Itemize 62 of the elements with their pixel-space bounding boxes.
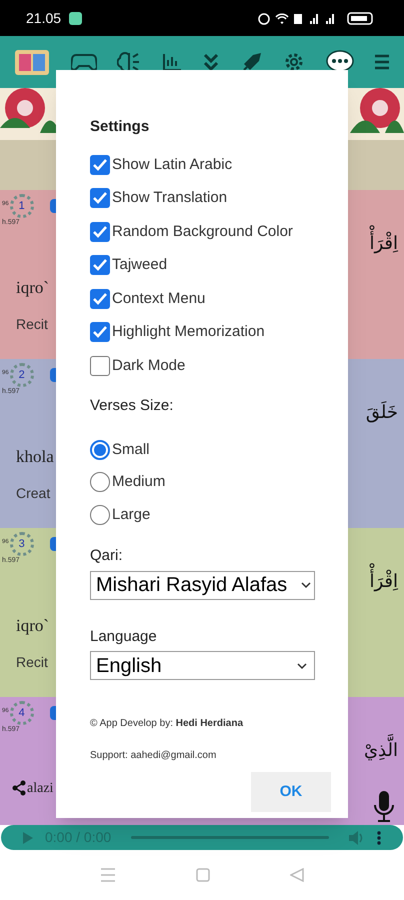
verse-number: 3 xyxy=(10,532,34,556)
bookmark-tab[interactable] xyxy=(50,199,56,213)
radio-label: Large xyxy=(112,504,150,524)
chevron-down-icon xyxy=(297,662,307,670)
credit-text: © App Develop by: Hedi Herdiana xyxy=(90,717,244,731)
section-label: Qari: xyxy=(90,546,124,566)
radio-label: Small xyxy=(112,440,150,460)
share-icon[interactable] xyxy=(12,780,26,796)
latin-text: iqro` xyxy=(15,276,50,299)
checkbox-label: Highlight Memorization xyxy=(112,322,265,342)
bar-chart-icon[interactable] xyxy=(162,52,182,72)
verse-number: 4 xyxy=(10,701,34,725)
book-logo-icon[interactable] xyxy=(14,47,50,77)
brain-icon[interactable] xyxy=(117,51,141,73)
progress-track[interactable] xyxy=(131,836,329,839)
bookmark-tab[interactable] xyxy=(50,537,56,551)
checkbox[interactable] xyxy=(90,322,110,342)
translation-text: Creat xyxy=(15,484,52,503)
checkbox-label: Show Latin Arabic xyxy=(112,154,232,174)
latin-text: alazi xyxy=(27,780,54,798)
checkbox[interactable] xyxy=(90,222,110,242)
language-select[interactable]: English xyxy=(90,651,315,680)
checkbox[interactable] xyxy=(90,356,110,376)
radio-button[interactable] xyxy=(90,440,110,460)
checkbox-label: Dark Mode xyxy=(112,356,186,376)
checkbox[interactable] xyxy=(90,188,110,208)
checkbox-label: Show Translation xyxy=(112,188,228,208)
latin-text: iqro` xyxy=(15,614,50,637)
arabic-verse: اِقْرَأْ xyxy=(369,226,398,262)
arabic-verse: اِقْرَأْ xyxy=(369,564,398,600)
status-time: 21.05 xyxy=(26,8,62,28)
section-label: Language xyxy=(90,626,158,646)
dialog-title: Settings xyxy=(90,117,150,137)
section-label: Verses Size: xyxy=(90,396,174,416)
checkbox-label: Tajweed xyxy=(112,255,168,275)
menu-icon[interactable] xyxy=(374,54,390,70)
gamepad-icon[interactable] xyxy=(70,52,96,72)
checkbox[interactable] xyxy=(90,288,110,309)
checkbox-label: Random Background Color xyxy=(112,222,293,242)
double-chevron-down-icon[interactable] xyxy=(202,52,220,72)
checkbox[interactable] xyxy=(90,255,110,276)
qari-select[interactable]: Mishari Rasyid Alafas xyxy=(90,570,315,600)
arabic-verse: خَلَقَ xyxy=(366,400,398,425)
app-notification-icon xyxy=(69,12,82,24)
support-text: Support: aahedi@gmail.com xyxy=(90,749,218,763)
radio-label: Medium xyxy=(112,472,166,492)
latin-text: khola xyxy=(15,446,55,468)
checkbox[interactable] xyxy=(90,154,110,175)
chevron-down-icon xyxy=(301,581,311,589)
bookmark-tab[interactable] xyxy=(50,368,56,382)
radio-button[interactable] xyxy=(90,504,110,525)
microphone-icon[interactable] xyxy=(374,791,394,823)
checkbox-label: Context Menu xyxy=(112,288,206,308)
radio-button[interactable] xyxy=(90,472,110,492)
more-icon[interactable] xyxy=(377,830,381,844)
translation-text: Recit xyxy=(15,653,49,672)
translation-text: Recit xyxy=(15,315,49,334)
rocket-icon[interactable] xyxy=(240,51,262,73)
settings-icon[interactable] xyxy=(283,51,305,73)
verse-number: 2 xyxy=(10,363,34,387)
verse-number: 1 xyxy=(10,194,34,218)
arabic-verse: الَّذِيْ xyxy=(364,733,398,769)
